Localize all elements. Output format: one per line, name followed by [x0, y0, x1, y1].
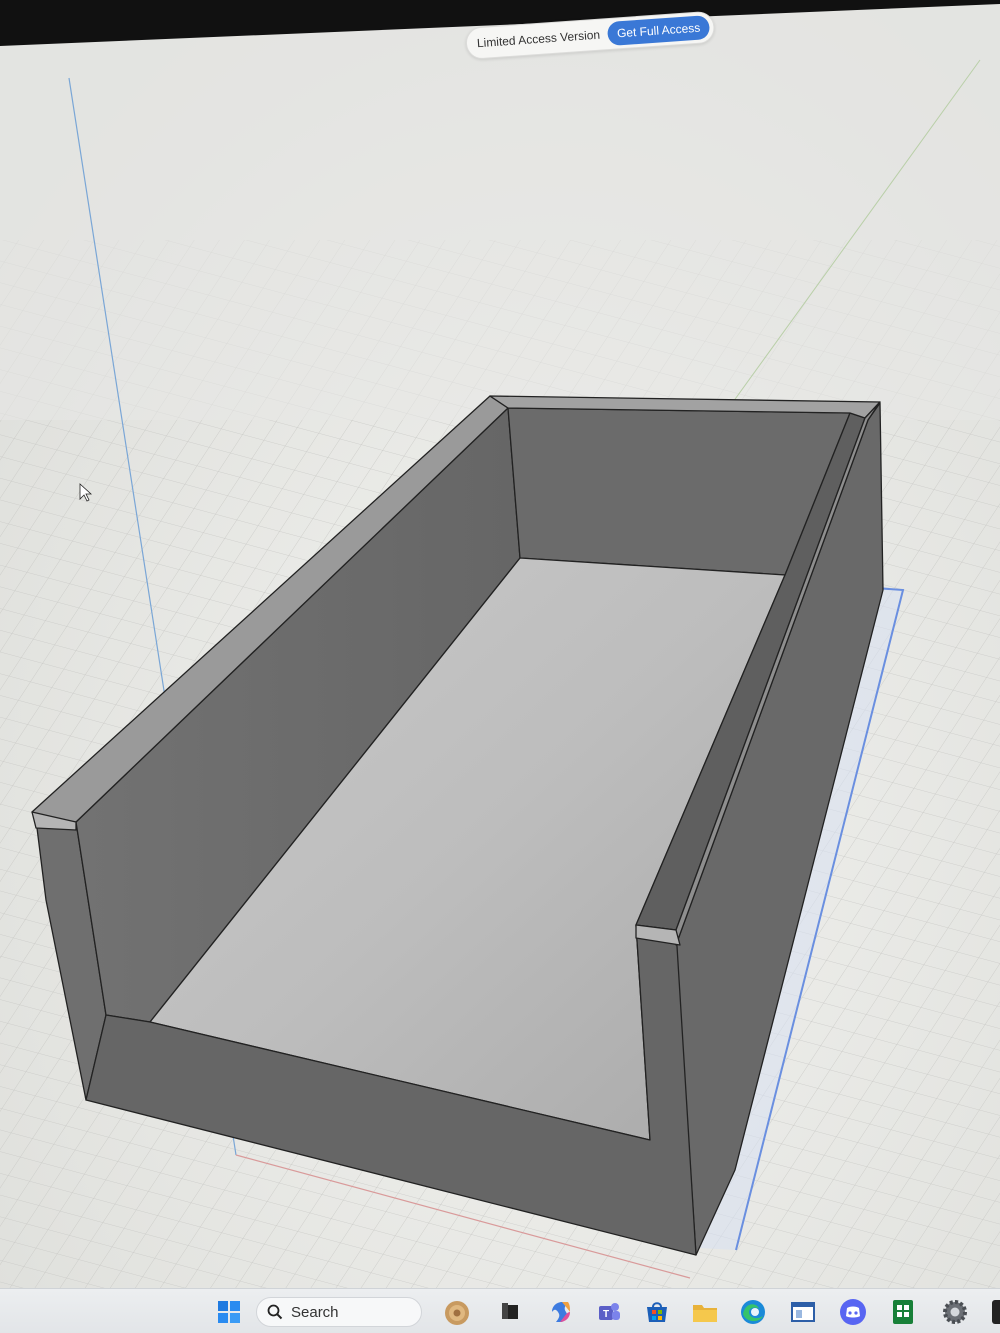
windows-start-icon[interactable] [214, 1297, 244, 1327]
search-placeholder: Search [291, 1303, 339, 1321]
limited-access-label: Limited Access Version [476, 27, 601, 51]
settings-gear-icon[interactable] [940, 1297, 970, 1327]
search-icon [267, 1304, 283, 1320]
discord-icon[interactable] [838, 1297, 868, 1327]
file-explorer-icon[interactable] [690, 1297, 720, 1327]
widgets-icon[interactable] [442, 1297, 472, 1327]
copilot-icon[interactable] [546, 1297, 576, 1327]
screen: Limited Access Version Get Full Access S… [0, 0, 1000, 1333]
svg-text:T: T [603, 1309, 609, 1320]
taskbar-search-box[interactable]: Search [256, 1297, 422, 1327]
microsoft-store-icon[interactable] [642, 1297, 672, 1327]
teams-icon[interactable]: T [594, 1297, 624, 1327]
app-window-icon[interactable] [788, 1297, 818, 1327]
task-view-icon[interactable] [496, 1297, 526, 1327]
app-icon[interactable] [988, 1297, 1000, 1327]
grid-fade [0, 0, 1000, 420]
spreadsheet-icon[interactable] [888, 1297, 918, 1327]
edge-icon[interactable] [738, 1297, 768, 1327]
3d-viewport[interactable] [0, 0, 1000, 1333]
taskbar: Search T [0, 1288, 1000, 1333]
get-full-access-button[interactable]: Get Full Access [607, 15, 711, 47]
